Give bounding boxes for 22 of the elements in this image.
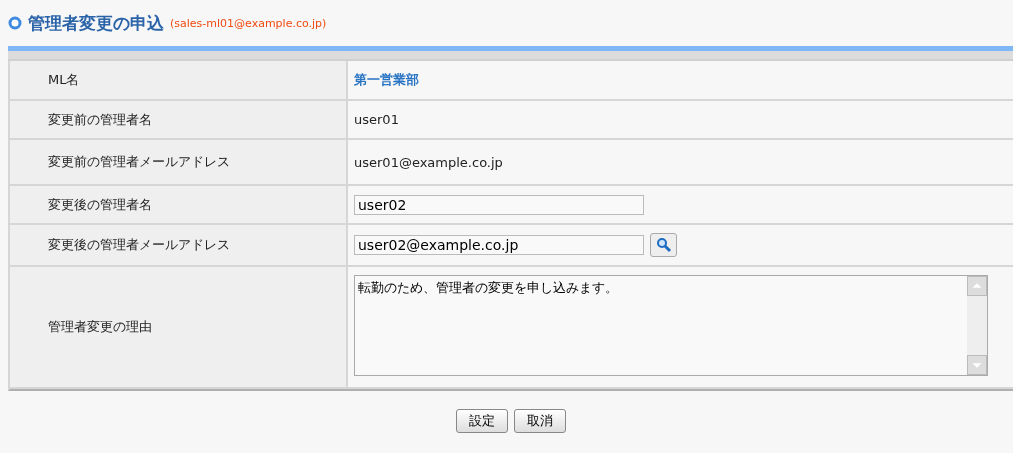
scroll-down-icon[interactable] (967, 355, 987, 375)
field-label: 変更後の管理者メールアドレス (10, 225, 348, 267)
field-value: user01@example.co.jp (354, 154, 503, 170)
reason-field[interactable]: 転勤のため、管理者の変更を申し込みます。 (354, 275, 988, 376)
scroll-up-icon[interactable] (967, 276, 987, 296)
page-title: 管理者変更の申込 (28, 11, 164, 35)
field-label: 変更前の管理者名 (10, 101, 348, 140)
input-field[interactable]: user02 (354, 194, 644, 215)
submit-button[interactable]: 設定 (455, 409, 508, 433)
field-label: 変更後の管理者名 (10, 186, 348, 225)
search-button[interactable] (650, 233, 677, 257)
search-icon (655, 237, 672, 253)
list-address: (sales-ml01@example.co.jp) (170, 16, 327, 30)
list-name: 第一営業部 (354, 71, 419, 89)
field-value: user01 (354, 112, 399, 127)
cancel-button[interactable]: 取消 (513, 409, 566, 433)
ring-icon (8, 16, 22, 30)
field-label: 変更前の管理者メールアドレス (10, 140, 348, 186)
input-field[interactable]: user02@example.co.jp (354, 235, 644, 255)
field-label: ML名 (10, 61, 348, 101)
field-label: 管理者変更の理由 (10, 267, 348, 389)
scrollbar[interactable] (967, 276, 987, 375)
